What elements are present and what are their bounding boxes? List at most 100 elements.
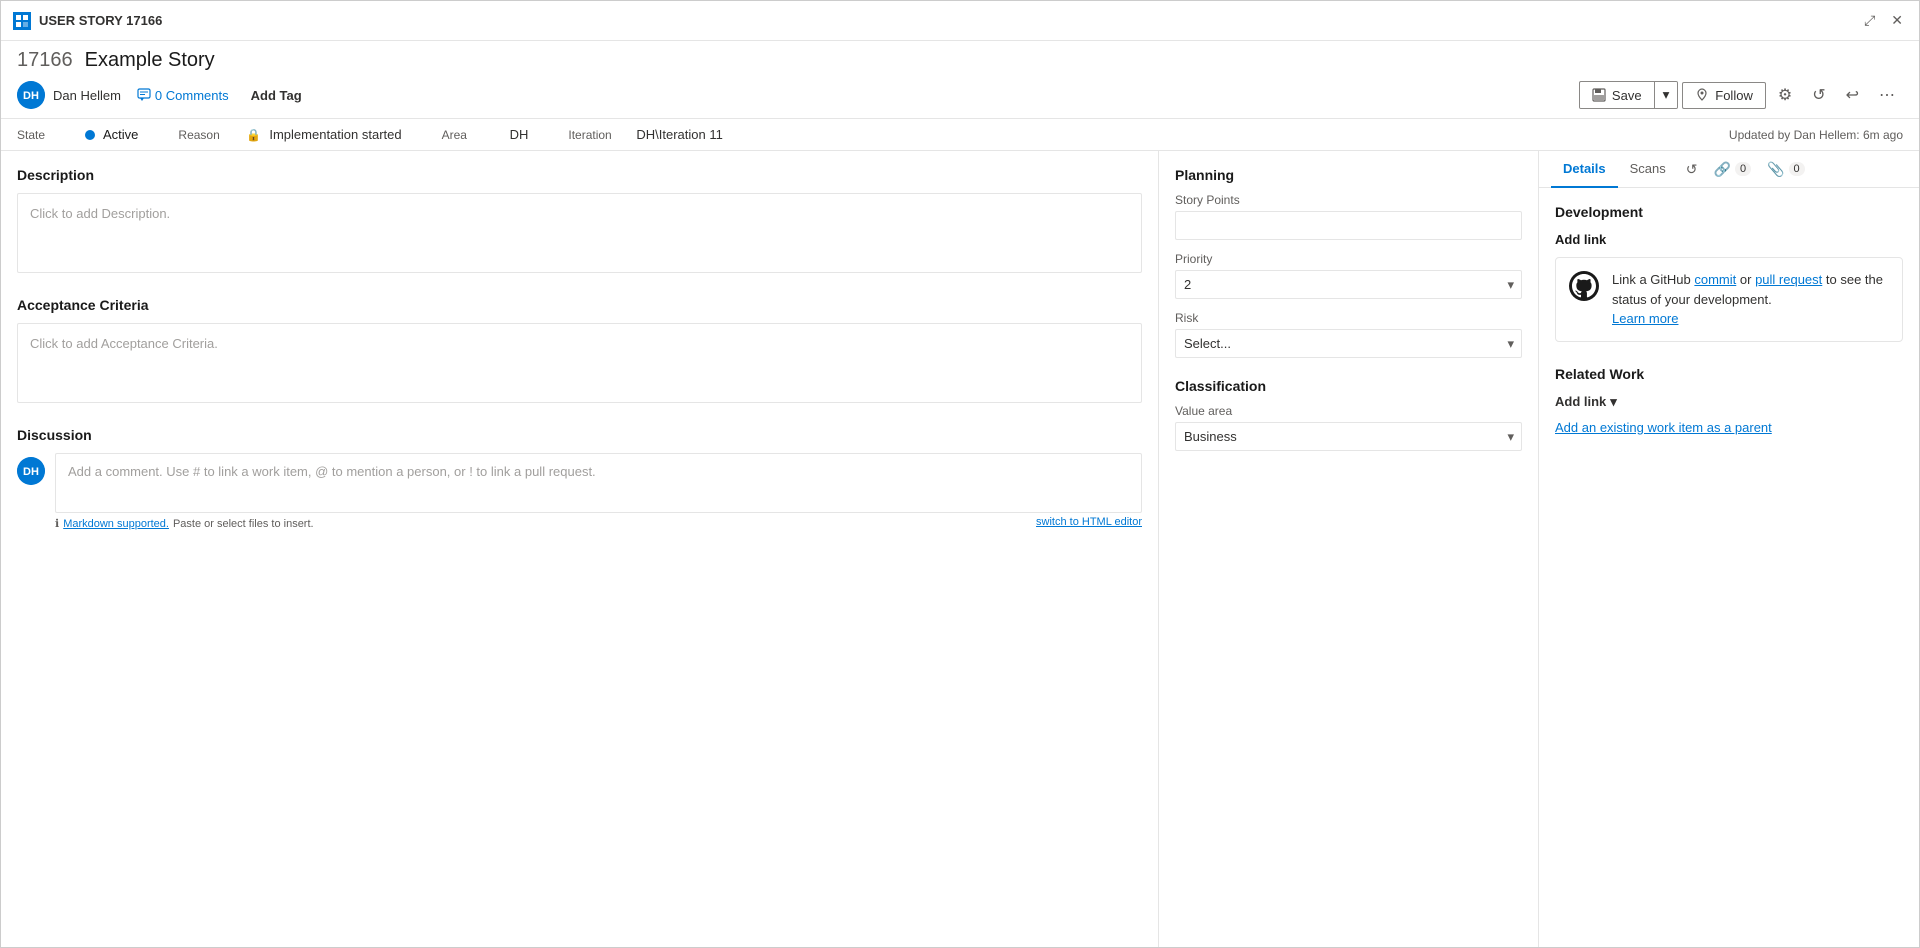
header-right-actions: Save ▾ Follow ⚙ ↺ ↩ ⋯ bbox=[1579, 80, 1903, 110]
story-id: 17166 bbox=[17, 49, 73, 72]
value-area-select-wrapper: Business Architectural ▾ bbox=[1175, 422, 1522, 451]
markdown-row: ℹ Markdown supported. Paste or select fi… bbox=[55, 513, 1142, 530]
risk-label: Risk bbox=[1175, 311, 1522, 325]
comment-avatar: DH bbox=[17, 457, 45, 485]
title-bar-title: USER STORY 17166 bbox=[39, 13, 162, 28]
middle-panel: Planning Story Points Priority 1 2 3 4 bbox=[1159, 151, 1539, 947]
meta-left: DH Dan Hellem 0 Comments Add Tag bbox=[17, 81, 308, 109]
author-info: DH Dan Hellem bbox=[17, 81, 121, 109]
add-existing-work-item-link[interactable]: Add an existing work item as a parent bbox=[1555, 420, 1903, 435]
priority-select[interactable]: 1 2 3 4 bbox=[1175, 270, 1522, 299]
github-icon bbox=[1568, 270, 1600, 302]
tabs-row: Details Scans ↺ 🔗 0 📎 0 bbox=[1539, 151, 1919, 188]
story-points-input[interactable] bbox=[1175, 211, 1522, 240]
links-button[interactable]: 🔗 0 bbox=[1706, 155, 1760, 184]
comment-input-wrapper: Add a comment. Use # to link a work item… bbox=[55, 453, 1142, 530]
story-points-field: Story Points bbox=[1175, 193, 1522, 240]
area-field: Area DH bbox=[442, 127, 529, 142]
settings-button[interactable]: ⚙ bbox=[1770, 80, 1800, 110]
svg-text:DH: DH bbox=[23, 90, 39, 102]
lock-icon: 🔒 bbox=[246, 128, 261, 142]
comment-input[interactable]: Add a comment. Use # to link a work item… bbox=[55, 453, 1142, 513]
state-dot bbox=[85, 130, 95, 140]
priority-select-wrapper: 1 2 3 4 ▾ bbox=[1175, 270, 1522, 299]
title-bar-left: USER STORY 17166 bbox=[13, 12, 162, 30]
discussion-section: Discussion DH Add a comment. Use # to li… bbox=[17, 427, 1142, 530]
related-work-title: Related Work bbox=[1555, 366, 1903, 382]
acceptance-criteria-section: Acceptance Criteria Click to add Accepta… bbox=[17, 297, 1142, 403]
classification-section: Classification Value area Business Archi… bbox=[1175, 378, 1522, 451]
main-window: USER STORY 17166 ⤢ ✕ 17166 Example Story… bbox=[0, 0, 1920, 948]
info-icon: ℹ bbox=[55, 517, 59, 530]
tab-scans[interactable]: Scans bbox=[1618, 151, 1678, 188]
story-title[interactable]: Example Story bbox=[85, 49, 215, 72]
value-area-select[interactable]: Business Architectural bbox=[1175, 422, 1522, 451]
area-label: Area bbox=[442, 128, 502, 142]
related-work-add-link-button[interactable]: Add link ▾ bbox=[1555, 394, 1903, 410]
github-box: Link a GitHub commit or pull request to … bbox=[1555, 257, 1903, 342]
reason-label: Reason bbox=[178, 128, 238, 142]
github-commit-link[interactable]: commit bbox=[1694, 272, 1736, 287]
classification-title: Classification bbox=[1175, 378, 1522, 394]
description-input[interactable]: Click to add Description. bbox=[17, 193, 1142, 273]
value-area-label: Value area bbox=[1175, 404, 1522, 418]
priority-label: Priority bbox=[1175, 252, 1522, 266]
discussion-comment: DH Add a comment. Use # to link a work i… bbox=[17, 453, 1142, 530]
risk-field: Risk Select... 1 - High 2 - Medium 3 - L… bbox=[1175, 311, 1522, 358]
links-icon: 🔗 bbox=[1714, 161, 1731, 178]
planning-title: Planning bbox=[1175, 167, 1522, 183]
iteration-label: Iteration bbox=[568, 128, 628, 142]
title-bar-actions: ⤢ ✕ bbox=[1860, 8, 1907, 33]
avatar: DH bbox=[17, 81, 45, 109]
acceptance-criteria-title: Acceptance Criteria bbox=[17, 297, 1142, 313]
tab-details[interactable]: Details bbox=[1551, 151, 1618, 188]
meta-row: DH Dan Hellem 0 Comments Add Tag bbox=[17, 80, 1903, 118]
area-value[interactable]: DH bbox=[510, 127, 529, 142]
add-link-chevron-icon: ▾ bbox=[1610, 394, 1617, 410]
iteration-value[interactable]: DH\Iteration 11 bbox=[636, 127, 722, 142]
risk-select[interactable]: Select... 1 - High 2 - Medium 3 - Low bbox=[1175, 329, 1522, 358]
expand-button[interactable]: ⤢ bbox=[1860, 8, 1879, 33]
close-button[interactable]: ✕ bbox=[1887, 8, 1907, 33]
attachments-button[interactable]: 📎 0 bbox=[1759, 155, 1813, 184]
discussion-title: Discussion bbox=[17, 427, 1142, 443]
updated-text: Updated by Dan Hellem: 6m ago bbox=[1729, 128, 1903, 142]
github-pr-link[interactable]: pull request bbox=[1755, 272, 1822, 287]
markdown-link[interactable]: Markdown supported. bbox=[63, 518, 169, 530]
attachments-icon: 📎 bbox=[1767, 161, 1784, 178]
refresh-button[interactable]: ↺ bbox=[1804, 80, 1833, 110]
add-tag-button[interactable]: Add Tag bbox=[245, 86, 308, 105]
learn-more-link[interactable]: Learn more bbox=[1612, 311, 1678, 326]
comments-count: 0 Comments bbox=[155, 88, 229, 103]
svg-text:DH: DH bbox=[23, 466, 39, 478]
markdown-note: ℹ Markdown supported. Paste or select fi… bbox=[55, 517, 314, 530]
switch-editor-link[interactable]: switch to HTML editor bbox=[1036, 516, 1142, 528]
attachments-count: 0 bbox=[1789, 162, 1805, 176]
right-content: Development Add link Link a GitHub commi… bbox=[1539, 188, 1919, 475]
risk-select-wrapper: Select... 1 - High 2 - Medium 3 - Low ▾ bbox=[1175, 329, 1522, 358]
history-button[interactable]: ↺ bbox=[1678, 155, 1706, 184]
priority-field: Priority 1 2 3 4 ▾ bbox=[1175, 252, 1522, 299]
description-section: Description Click to add Description. bbox=[17, 167, 1142, 273]
save-dropdown-button[interactable]: ▾ bbox=[1654, 82, 1678, 108]
follow-button[interactable]: Follow bbox=[1682, 82, 1766, 109]
planning-section: Planning Story Points Priority 1 2 3 4 bbox=[1175, 167, 1522, 358]
state-value[interactable]: Active bbox=[103, 127, 138, 142]
reason-value: Implementation started bbox=[269, 127, 401, 142]
state-bar: State Active Reason 🔒 Implementation sta… bbox=[1, 119, 1919, 151]
save-icon bbox=[1592, 88, 1606, 102]
state-label: State bbox=[17, 128, 77, 142]
title-bar: USER STORY 17166 ⤢ ✕ bbox=[1, 1, 1919, 41]
comments-link[interactable]: 0 Comments bbox=[137, 88, 229, 103]
story-points-label: Story Points bbox=[1175, 193, 1522, 207]
acceptance-criteria-input[interactable]: Click to add Acceptance Criteria. bbox=[17, 323, 1142, 403]
author-name: Dan Hellem bbox=[53, 88, 121, 103]
undo-button[interactable]: ↩ bbox=[1838, 80, 1867, 110]
development-add-link-button[interactable]: Add link bbox=[1555, 232, 1606, 247]
more-button[interactable]: ⋯ bbox=[1871, 80, 1903, 110]
iteration-field: Iteration DH\Iteration 11 bbox=[568, 127, 722, 142]
development-title: Development bbox=[1555, 204, 1903, 220]
work-item-icon bbox=[13, 12, 31, 30]
save-button[interactable]: Save bbox=[1580, 83, 1654, 108]
github-text: Link a GitHub commit or pull request to … bbox=[1612, 270, 1890, 329]
